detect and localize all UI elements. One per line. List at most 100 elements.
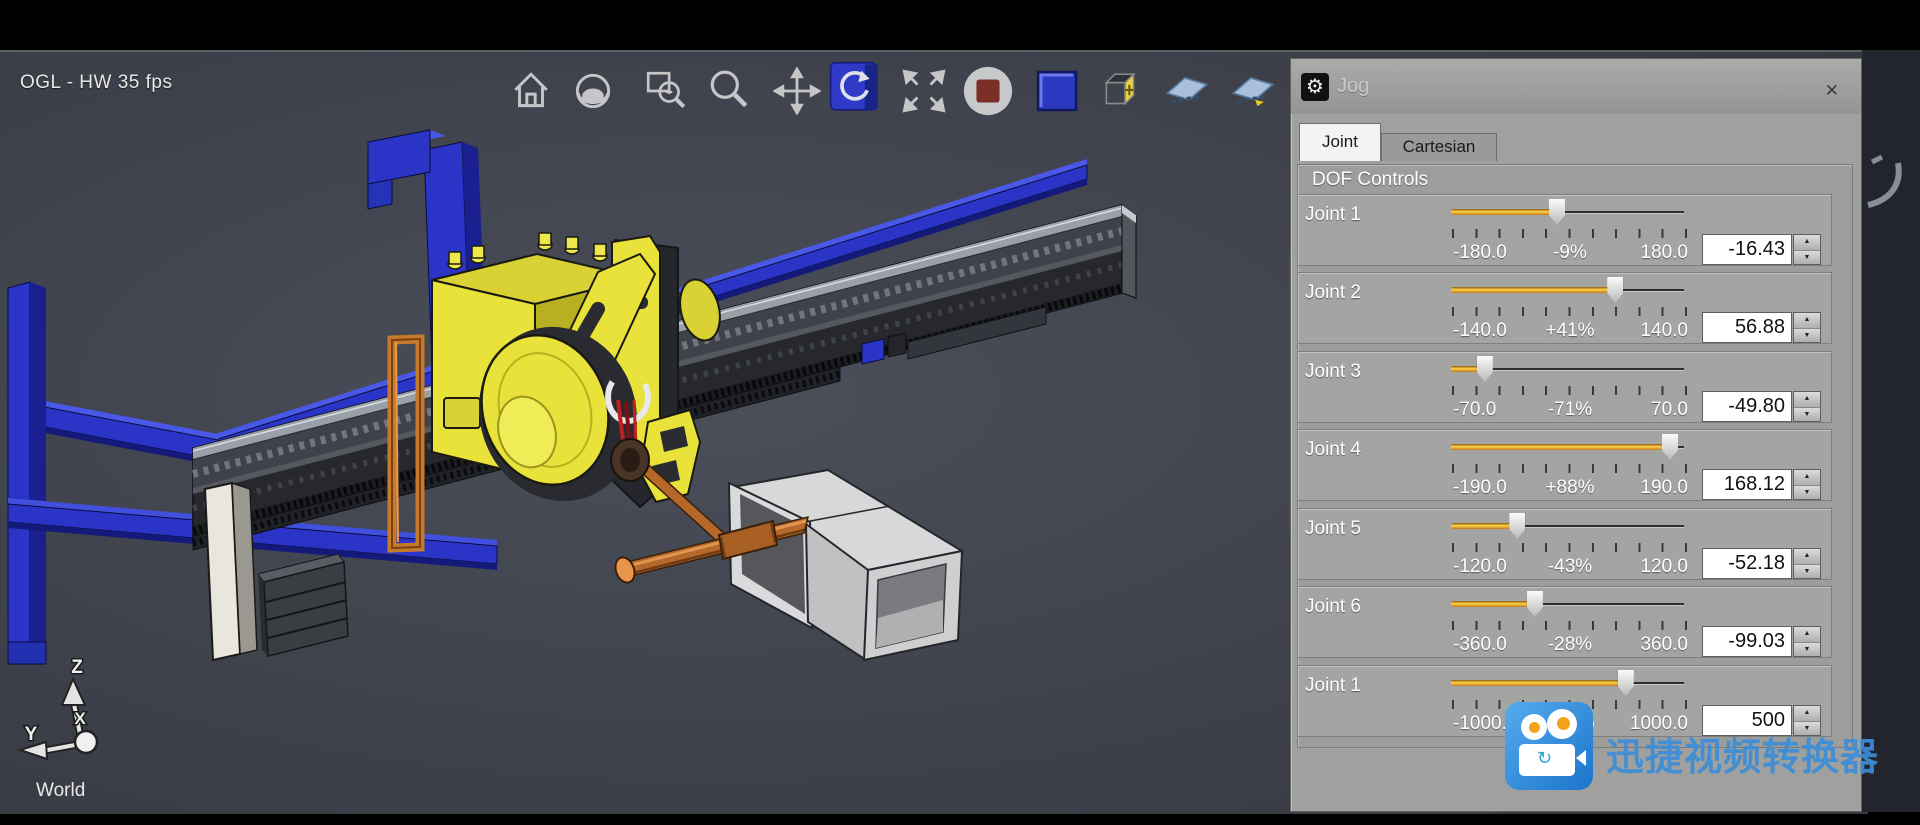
joint-max: 360.0: [1603, 634, 1688, 656]
fit-view-icon[interactable]: [898, 63, 950, 119]
spin-up-icon[interactable]: ▲: [1794, 313, 1820, 328]
app-window: Z X Y World OGL - HW 35 fps: [0, 0, 1920, 825]
workplane-alt-icon[interactable]: [1227, 63, 1279, 119]
slider-fill: [1451, 601, 1535, 607]
slider-ticks: [1452, 386, 1687, 395]
joint-max: 140.0: [1603, 320, 1688, 342]
slider-thumb[interactable]: [1607, 277, 1623, 303]
slider-ticks: [1452, 621, 1687, 630]
partial-logo-arc: [1862, 50, 1920, 812]
jog-panel-titlebar[interactable]: ⚙ Jog ✕: [1291, 59, 1861, 114]
joint-spinner[interactable]: ▲▼: [1793, 312, 1821, 343]
joint-row: Joint 1 -180.0 -9% 180.0 -16.43 ▲▼: [1297, 194, 1832, 266]
spin-up-icon[interactable]: ▲: [1794, 392, 1820, 407]
joint-value-input[interactable]: -16.43: [1702, 234, 1792, 265]
joint-row: Joint 2 -140.0 +41% 140.0 56.88 ▲▼: [1297, 272, 1832, 344]
spin-down-icon[interactable]: ▼: [1794, 328, 1820, 343]
joint-spinner[interactable]: ▲▼: [1793, 626, 1821, 657]
slider-ticks: [1452, 229, 1687, 238]
joint-max: 70.0: [1603, 399, 1688, 421]
slider-fill: [1451, 209, 1557, 215]
orbit-view-icon[interactable]: [567, 63, 619, 119]
watermark-text: 迅捷视频转换器: [1606, 726, 1879, 781]
joint-slider[interactable]: [1451, 587, 1684, 621]
zoom-icon[interactable]: [703, 63, 755, 119]
spin-up-icon[interactable]: ▲: [1794, 470, 1820, 485]
slider-thumb[interactable]: [1509, 513, 1525, 539]
slider-thumb[interactable]: [1477, 356, 1493, 382]
tab-joint[interactable]: Joint: [1299, 123, 1381, 161]
axis-z-label: Z: [71, 657, 83, 678]
joint-label: Joint 3: [1305, 361, 1361, 383]
joint-max: 120.0: [1603, 556, 1688, 578]
joint-max: 190.0: [1603, 477, 1688, 499]
tab-cartesian[interactable]: Cartesian: [1381, 133, 1497, 161]
spin-down-icon[interactable]: ▼: [1794, 564, 1820, 579]
jog-tabstrip: Joint Cartesian: [1291, 114, 1861, 161]
workplane-icon[interactable]: [1161, 63, 1213, 119]
spin-up-icon[interactable]: ▲: [1794, 549, 1820, 564]
spin-up-icon[interactable]: ▲: [1794, 706, 1820, 721]
watermark-camera-icon: ↻: [1505, 702, 1593, 790]
joint-spinner[interactable]: ▲▼: [1793, 391, 1821, 422]
joint-label: Joint 2: [1305, 282, 1361, 304]
jog-panel: ⚙ Jog ✕ Joint Cartesian DOF Controls Joi…: [1290, 58, 1862, 812]
joint-spinner[interactable]: ▲▼: [1793, 469, 1821, 500]
joint-label: Joint 1: [1305, 675, 1361, 697]
slider-thumb[interactable]: [1662, 434, 1678, 460]
slider-fill: [1451, 680, 1626, 686]
spin-down-icon[interactable]: ▼: [1794, 485, 1820, 500]
joint-slider[interactable]: [1451, 509, 1684, 543]
viewport-color-icon[interactable]: [1031, 63, 1083, 119]
slider-fill: [1451, 444, 1670, 450]
joint-label: Joint 5: [1305, 518, 1361, 540]
spin-down-icon[interactable]: ▼: [1794, 407, 1820, 422]
joint-label: Joint 1: [1305, 204, 1361, 226]
joint-row: Joint 5 -120.0 -43% 120.0 -52.18 ▲▼: [1297, 508, 1832, 580]
axis-x-label: X: [74, 709, 86, 728]
joint-slider[interactable]: [1451, 352, 1684, 386]
slider-thumb[interactable]: [1618, 670, 1634, 696]
joint-spinner[interactable]: ▲▼: [1793, 548, 1821, 579]
joint-slider[interactable]: [1451, 273, 1684, 307]
spin-down-icon[interactable]: ▼: [1794, 250, 1820, 265]
joint-row: Joint 3 -70.0 -71% 70.0 -49.80 ▲▼: [1297, 351, 1832, 423]
slider-thumb[interactable]: [1527, 591, 1543, 617]
zoom-window-icon[interactable]: [640, 63, 692, 119]
refresh-icon: ↻: [1537, 748, 1552, 769]
slider-fill: [1451, 523, 1517, 529]
joint-value-input[interactable]: -52.18: [1702, 548, 1792, 579]
slider-ticks: [1452, 307, 1687, 316]
joint-row: Joint 6 -360.0 -28% 360.0 -99.03 ▲▼: [1297, 586, 1832, 658]
rotate-view-icon[interactable]: [829, 59, 881, 115]
home-icon[interactable]: [505, 63, 557, 119]
joint-spinner[interactable]: ▲▼: [1793, 234, 1821, 265]
view-toolbar: [0, 55, 1290, 125]
gear-icon: ⚙: [1301, 73, 1329, 101]
joint-label: Joint 4: [1305, 439, 1361, 461]
joint-value-input[interactable]: 56.88: [1702, 312, 1792, 343]
spin-up-icon[interactable]: ▲: [1794, 235, 1820, 250]
world-label: World: [36, 780, 85, 801]
spin-up-icon[interactable]: ▲: [1794, 627, 1820, 642]
axis-y-label: Y: [25, 724, 38, 745]
view-cube-icon[interactable]: [1095, 63, 1147, 119]
joint-value-input[interactable]: -99.03: [1702, 626, 1792, 657]
jog-panel-title: Jog: [1337, 75, 1369, 98]
joint-row: Joint 4 -190.0 +88% 190.0 168.12 ▲▼: [1297, 429, 1832, 501]
joint-value-input[interactable]: -49.80: [1702, 391, 1792, 422]
dof-controls-title: DOF Controls: [1312, 169, 1428, 191]
joint-slider[interactable]: [1451, 195, 1684, 229]
close-icon[interactable]: ✕: [1825, 81, 1839, 101]
slider-fill: [1451, 287, 1615, 293]
pan-icon[interactable]: [771, 63, 823, 119]
record-icon[interactable]: [962, 63, 1014, 119]
slider-thumb[interactable]: [1549, 199, 1565, 225]
slider-ticks: [1452, 543, 1687, 552]
support-post: [205, 483, 257, 660]
spin-down-icon[interactable]: ▼: [1794, 642, 1820, 657]
joint-max: 180.0: [1603, 242, 1688, 264]
joint-slider[interactable]: [1451, 666, 1684, 700]
joint-value-input[interactable]: 168.12: [1702, 469, 1792, 500]
joint-slider[interactable]: [1451, 430, 1684, 464]
